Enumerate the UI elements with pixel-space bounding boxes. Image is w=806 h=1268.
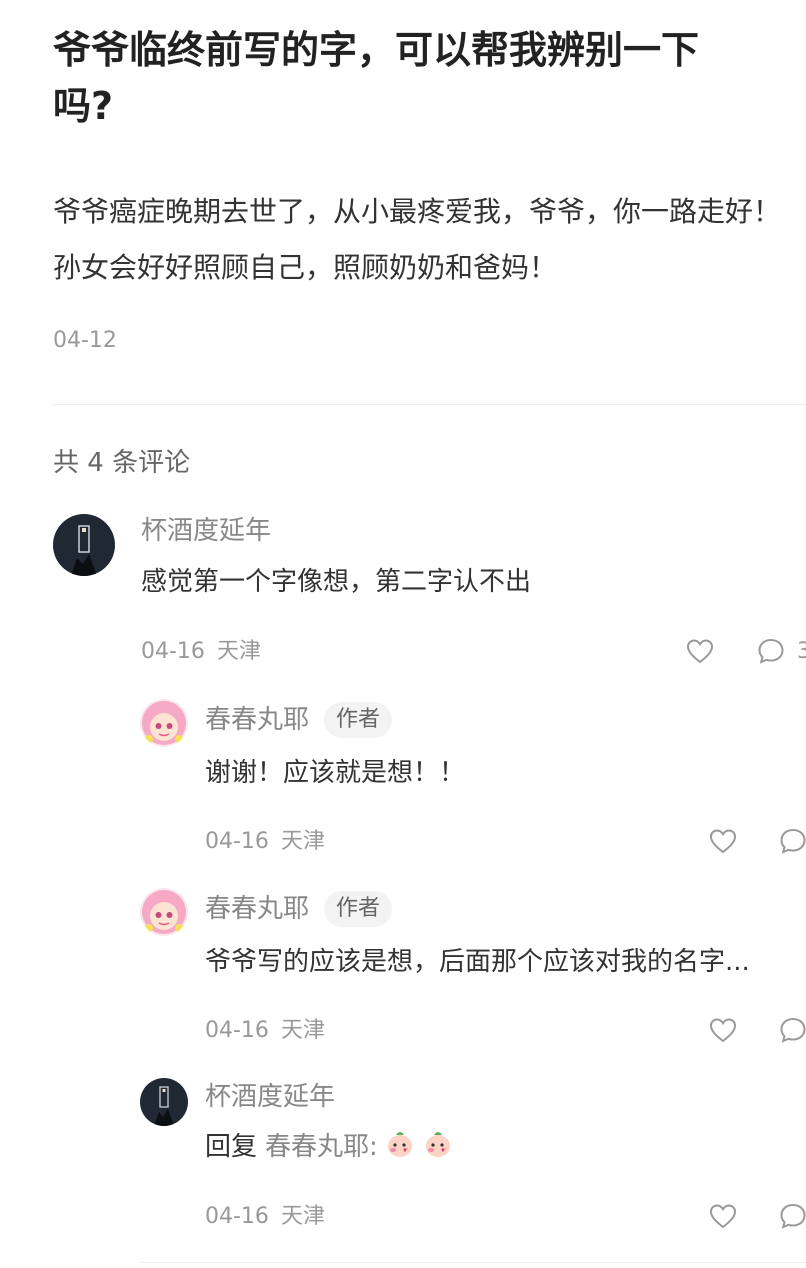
reply-text: 谢谢！应该就是想！！ xyxy=(205,758,466,788)
reply-date: 04-16 xyxy=(205,1018,269,1043)
reply-prefix: 回复 xyxy=(205,1132,258,1162)
comment-date: 04-16 xyxy=(141,639,205,664)
comment-meta: 04-16 天津 xyxy=(141,637,261,667)
reply-location: 天津 xyxy=(280,829,325,854)
note-detail-page: 爷爷临终前写的字，可以帮我辨别一下吗? 爷爷癌症晚期去世了，从小最疼爱我，爷爷，… xyxy=(0,0,806,1268)
reply-username[interactable]: 春春丸耶 xyxy=(205,703,309,737)
comment-count: 共 4 条评论 xyxy=(53,448,191,478)
peach-blush-emoji xyxy=(422,1127,454,1168)
author-badge: 作者 xyxy=(324,891,393,927)
reply-text: 回复 春春丸耶: xyxy=(205,1127,454,1168)
divider xyxy=(140,1262,806,1263)
speech-bubble-icon[interactable] xyxy=(778,1201,806,1231)
author-badge: 作者 xyxy=(324,702,393,738)
pink-hair-girl-avatar[interactable] xyxy=(140,888,188,936)
heart-outline-icon[interactable] xyxy=(685,636,715,666)
reply-target-username[interactable]: 春春丸耶: xyxy=(265,1132,378,1162)
speech-bubble-icon[interactable] xyxy=(778,826,806,856)
reply-count[interactable]: 3 xyxy=(797,637,806,667)
divider xyxy=(53,404,806,405)
reply-meta: 04-16 天津 xyxy=(205,1202,325,1232)
post-title: 爷爷临终前写的字，可以帮我辨别一下吗? xyxy=(53,28,700,128)
heart-outline-icon[interactable] xyxy=(708,1015,738,1045)
post-body: 爷爷癌症晚期去世了，从小最疼爱我，爷爷，你一路走好！孙女会好好照顾自己，照顾奶奶… xyxy=(53,195,782,284)
night-tower-avatar[interactable] xyxy=(140,1078,188,1126)
reply-location: 天津 xyxy=(280,1204,325,1229)
reply-text: 爷爷写的应该是想，后面那个应该对我的名字... xyxy=(205,947,750,977)
reply-date: 04-16 xyxy=(205,829,269,854)
reply-username[interactable]: 杯酒度延年 xyxy=(205,1080,335,1114)
reply-date: 04-16 xyxy=(205,1204,269,1229)
reply-meta: 04-16 天津 xyxy=(205,827,325,857)
pink-hair-girl-avatar[interactable] xyxy=(140,699,188,747)
reply-location: 天津 xyxy=(280,1018,325,1043)
peach-blush-emoji xyxy=(384,1127,416,1168)
night-tower-avatar[interactable] xyxy=(53,514,115,576)
comment-location: 天津 xyxy=(216,639,261,664)
heart-outline-icon[interactable] xyxy=(708,826,738,856)
post-date: 04-12 xyxy=(53,328,117,353)
reply-meta: 04-16 天津 xyxy=(205,1016,325,1046)
heart-outline-icon[interactable] xyxy=(708,1201,738,1231)
speech-bubble-icon[interactable] xyxy=(778,1015,806,1045)
reply-username[interactable]: 春春丸耶 xyxy=(205,892,309,926)
comment-username[interactable]: 杯酒度延年 xyxy=(141,514,271,548)
comment-text: 感觉第一个字像想，第二字认不出 xyxy=(141,567,532,597)
speech-bubble-icon[interactable] xyxy=(756,636,786,666)
